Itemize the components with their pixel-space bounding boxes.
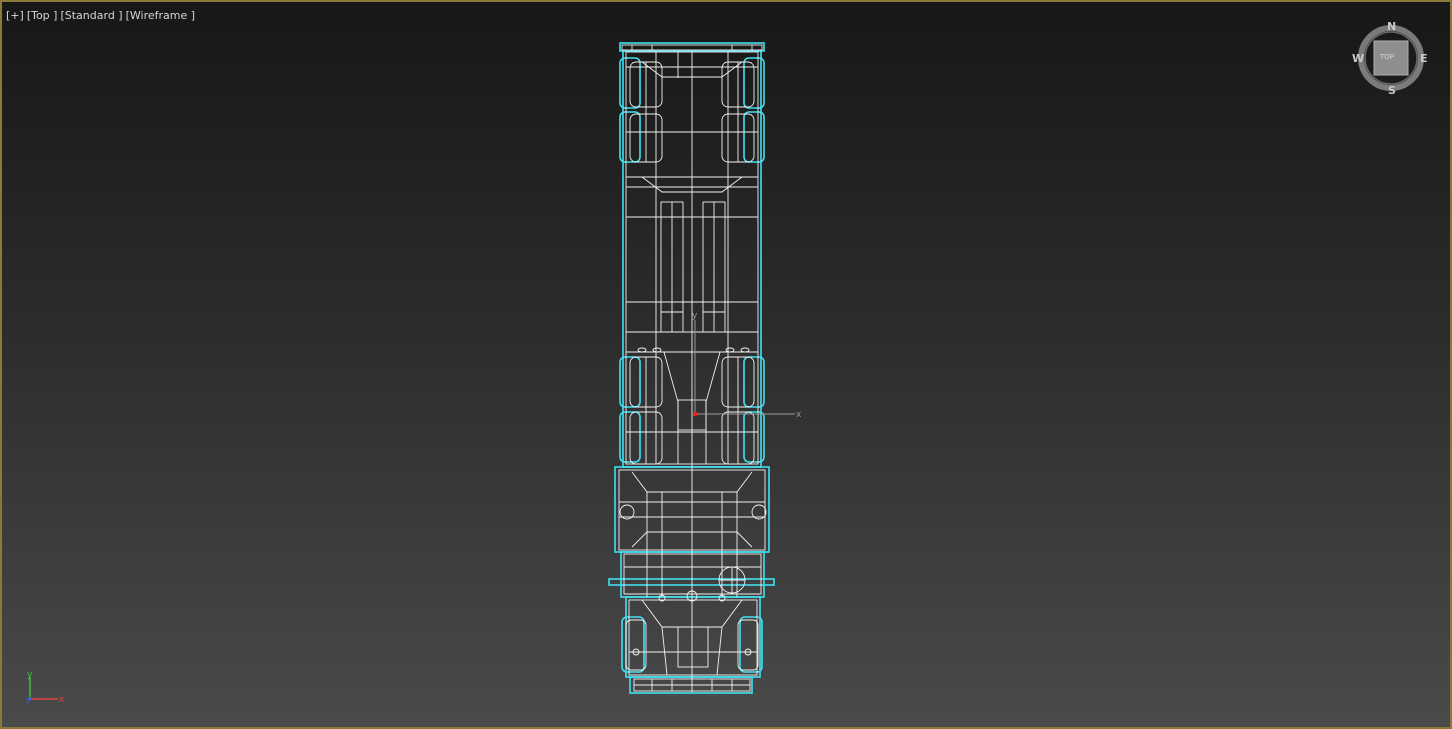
tripod-y-label: y <box>27 670 33 680</box>
tripod-x-label: x <box>59 695 65 705</box>
wireframe-model-truck[interactable]: x y <box>2 2 1450 727</box>
viewcube-south[interactable]: S <box>1388 84 1396 97</box>
gizmo-y-label: y <box>692 311 698 321</box>
transform-gizmo: x y <box>692 311 802 420</box>
viewcube-east[interactable]: E <box>1420 52 1428 65</box>
viewcube-north[interactable]: N <box>1387 20 1396 33</box>
tripod-z-label: z <box>26 696 30 705</box>
gizmo-x-label: x <box>796 410 802 420</box>
selection-outline <box>608 42 775 694</box>
world-axis-tripod: x y z <box>22 667 72 712</box>
top-viewport[interactable]: [+] [Top ] [Standard ] [Wireframe ] x y … <box>0 0 1452 729</box>
viewcube[interactable]: N S E W TOP <box>1352 20 1430 98</box>
viewcube-face-label[interactable]: TOP <box>1380 53 1394 61</box>
viewcube-west[interactable]: W <box>1352 52 1364 65</box>
